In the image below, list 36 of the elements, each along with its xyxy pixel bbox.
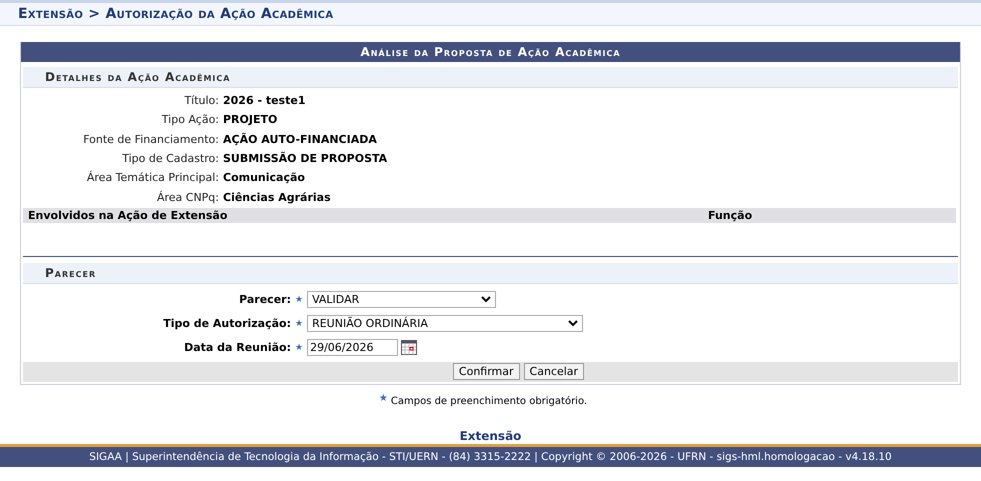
calendar-icon[interactable] (401, 340, 418, 356)
field-label: Área CNPq: (156, 190, 220, 204)
field-label: Parecer: (238, 293, 292, 306)
column-header: Envolvidos na Ação de Extensão (27, 208, 228, 222)
required-mark: ★ (378, 393, 388, 404)
required-mark: ★ (295, 318, 304, 329)
field-label: Data da Reunião: (183, 341, 292, 354)
field-value: Ciências Agrárias (223, 190, 331, 204)
field-label: Tipo de Cadastro: (121, 152, 220, 166)
required-note: Campos de preenchimento obrigatório. (390, 396, 588, 407)
field-value: Comunicação (223, 171, 305, 184)
caret-icon (481, 296, 492, 304)
column-header: Função (708, 208, 752, 222)
form-button[interactable]: Confirmar (452, 363, 520, 380)
field-label: Fonte de Financiamento: (82, 132, 220, 146)
field-label: Tipo Ação: (160, 113, 220, 126)
date-field[interactable]: 29/06/2026 (307, 339, 398, 356)
dropdown[interactable]: REUNIÃO ORDINÁRIA (307, 315, 584, 332)
field-label: Tipo de Autorização: (162, 317, 292, 330)
dropdown[interactable]: VALIDAR (307, 291, 496, 308)
section-title: Detalhes da Ação Acadêmica (23, 67, 958, 88)
field-value: SUBMISSÃO DE PROPOSTA (223, 152, 388, 166)
footer-text: SIGAA | Superintendência de Tecnologia da Informação - STI/UERN - (84) 3315-2222 | Copyright © 2006-2026 - UFRN - sigs-hml.homologacao - v4.18.10 (89, 451, 892, 463)
required-mark: ★ (295, 294, 304, 305)
breadcrumb: Extensão > Autorização da Ação Acadêmica (18, 6, 334, 22)
footer-link[interactable]: Extensão (460, 429, 522, 443)
field-label: Título: (183, 94, 220, 108)
form-button[interactable]: Cancelar (524, 363, 584, 380)
panel-title: Análise da Proposta de Ação Acadêmica (21, 42, 960, 62)
caret-icon (568, 320, 578, 328)
field-value: AÇÃO AUTO-FINANCIADA (223, 132, 377, 146)
field-value: 2026 - teste1 (223, 94, 306, 108)
required-mark: ★ (295, 342, 304, 353)
field-label: Área Temática Principal: (86, 171, 220, 184)
field-value: PROJETO (223, 113, 278, 126)
section-title: Parecer (23, 262, 958, 284)
